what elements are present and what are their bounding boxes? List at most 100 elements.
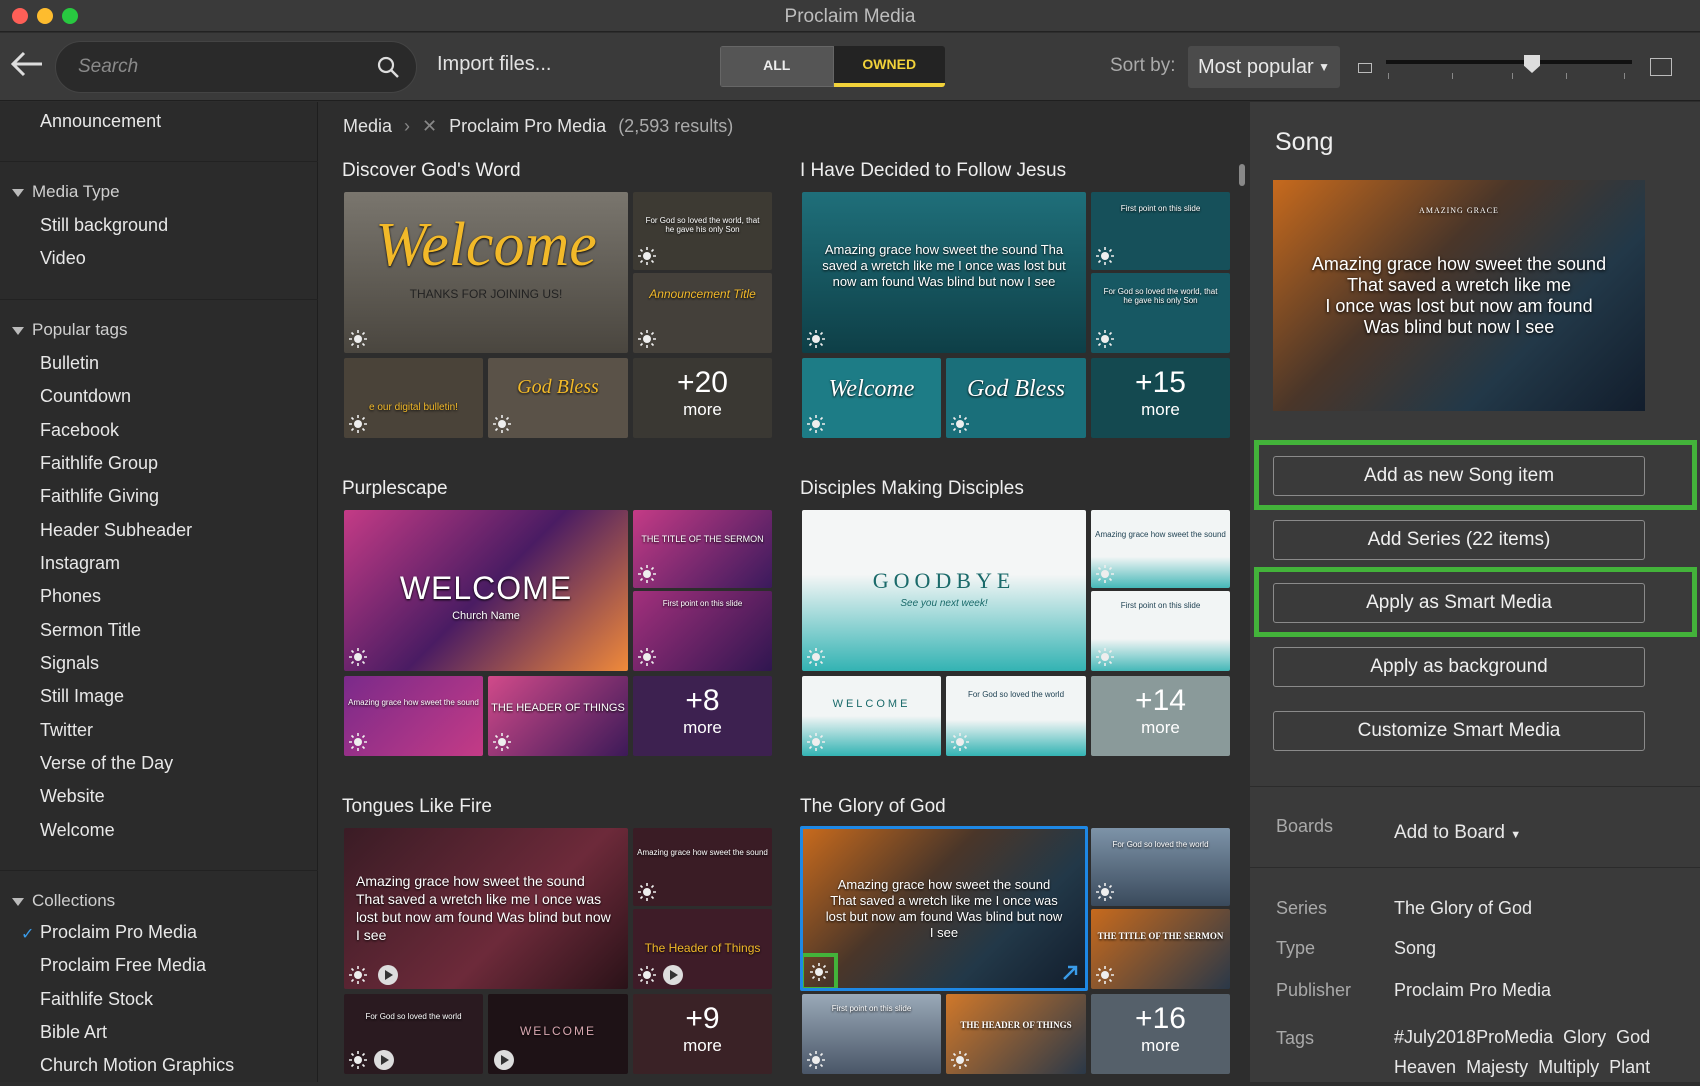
thumbnail[interactable]: Amazing grace how sweet the sound <box>633 828 772 906</box>
smart-media-icon[interactable] <box>493 733 511 751</box>
filter-owned-button[interactable]: OWNED <box>833 46 945 87</box>
smart-media-icon[interactable] <box>638 247 656 265</box>
thumbnail[interactable]: God Bless <box>488 358 628 438</box>
add-to-board-dropdown[interactable]: Add to Board ▼ <box>1394 822 1521 844</box>
more-tile[interactable]: +15 more <box>1091 358 1230 438</box>
play-icon[interactable] <box>378 965 398 985</box>
more-tile[interactable]: +20 more <box>633 358 772 438</box>
smart-media-icon[interactable] <box>1096 330 1114 348</box>
collection-item[interactable]: Proclaim Pro Media <box>40 922 197 943</box>
hero-thumbnail[interactable]: GOODBYE See you next week! <box>802 510 1086 671</box>
play-icon[interactable] <box>663 965 683 985</box>
thumbnail-size-slider[interactable] <box>1386 55 1632 87</box>
smart-media-icon[interactable] <box>349 648 367 666</box>
hero-thumbnail[interactable]: Amazing grace how sweet the sound Tha sa… <box>802 192 1086 353</box>
tag-link[interactable]: Majesty <box>1466 1057 1528 1077</box>
publisher-value[interactable]: Proclaim Pro Media <box>1394 980 1551 1001</box>
slider-knob[interactable] <box>1524 55 1540 73</box>
search-icon[interactable] <box>376 55 400 79</box>
thumbnail[interactable]: For God so loved the world <box>1091 828 1230 906</box>
hero-thumbnail[interactable]: WELCOME Church Name <box>344 510 628 671</box>
import-files-link[interactable]: Import files... <box>437 53 551 76</box>
small-thumbnail-icon[interactable] <box>1358 63 1372 73</box>
thumbnail[interactable]: THE TITLE OF THE SERMON <box>1091 909 1230 989</box>
apply-smart-media-button[interactable]: Apply as Smart Media <box>1273 583 1645 623</box>
thumbnail[interactable]: For God so loved the world <box>946 676 1086 756</box>
sidebar-item-video[interactable]: Video <box>40 248 86 269</box>
tag-item[interactable]: Welcome <box>40 820 115 841</box>
tag-link[interactable]: Multiply <box>1538 1057 1599 1077</box>
smart-media-icon[interactable] <box>1096 648 1114 666</box>
smart-media-icon[interactable] <box>1096 966 1114 984</box>
tag-item[interactable]: Still Image <box>40 686 124 707</box>
add-song-item-button[interactable]: Add as new Song item <box>1273 456 1645 496</box>
smart-media-icon[interactable] <box>493 415 511 433</box>
media-series-card[interactable]: Tongues Like Fire Amazing grace how swee… <box>342 796 772 1086</box>
tag-item[interactable]: Instagram <box>40 553 120 574</box>
search-input[interactable] <box>78 54 358 80</box>
smart-media-icon[interactable] <box>807 733 825 751</box>
series-value[interactable]: The Glory of God <box>1394 898 1532 919</box>
hero-thumbnail-selected[interactable]: Amazing grace how sweet the sound That s… <box>800 826 1088 991</box>
more-tile[interactable]: +8 more <box>633 676 772 756</box>
media-series-card[interactable]: I Have Decided to Follow Jesus Amazing g… <box>800 160 1230 450</box>
more-tile[interactable]: +16 more <box>1091 994 1230 1074</box>
tag-item[interactable]: Website <box>40 786 105 807</box>
tag-link[interactable]: God <box>1616 1027 1650 1047</box>
thumbnail[interactable]: First point on this slide <box>1091 591 1230 671</box>
clear-filter-icon[interactable]: ✕ <box>422 116 437 136</box>
smart-media-icon[interactable] <box>1096 247 1114 265</box>
hero-thumbnail[interactable]: Welcome THANKS FOR JOINING US! <box>344 192 628 353</box>
tag-item[interactable]: Phones <box>40 586 101 607</box>
media-series-card[interactable]: Discover God's Word Welcome THANKS FOR J… <box>342 160 772 450</box>
customize-smart-media-button[interactable]: Customize Smart Media <box>1273 711 1645 751</box>
tag-link[interactable]: Plant <box>1609 1057 1650 1077</box>
smart-media-icon[interactable] <box>807 415 825 433</box>
thumbnail[interactable]: Welcome <box>802 358 941 438</box>
smart-media-icon[interactable] <box>951 733 969 751</box>
breadcrumb-root[interactable]: Media <box>343 116 392 136</box>
collection-item[interactable]: Bible Art <box>40 1022 107 1043</box>
tag-item[interactable]: Header Subheader <box>40 520 192 541</box>
thumbnail[interactable]: For God so loved the world, that he gave… <box>633 192 772 270</box>
smart-media-icon[interactable] <box>807 1051 825 1069</box>
smart-media-icon[interactable] <box>638 883 656 901</box>
thumbnail[interactable]: First point on this slide <box>633 591 772 671</box>
smart-media-icon[interactable] <box>349 330 367 348</box>
popular-tags-heading[interactable]: Popular tags <box>12 320 127 340</box>
sidebar-item-announcement[interactable]: Announcement <box>40 111 161 132</box>
collection-item[interactable]: Proclaim Free Media <box>40 955 206 976</box>
collection-item[interactable]: Faithlife Stock <box>40 989 153 1010</box>
smart-media-icon[interactable] <box>807 648 825 666</box>
smart-media-icon[interactable] <box>951 415 969 433</box>
media-series-card[interactable]: Disciples Making Disciples GOODBYE See y… <box>800 478 1230 768</box>
tag-link[interactable]: #July2018ProMedia <box>1394 1027 1553 1047</box>
tag-item[interactable]: Countdown <box>40 386 131 407</box>
add-series-button[interactable]: Add Series (22 items) <box>1273 520 1645 560</box>
more-tile[interactable]: +9 more <box>633 994 772 1074</box>
sort-dropdown[interactable]: Most popular ▼ <box>1188 46 1340 88</box>
media-series-card[interactable]: Purplescape WELCOME Church Name THE TITL… <box>342 478 772 768</box>
apply-background-button[interactable]: Apply as background <box>1273 647 1645 687</box>
tag-item[interactable]: Bulletin <box>40 353 99 374</box>
smart-media-icon[interactable] <box>638 648 656 666</box>
open-arrow-icon[interactable] <box>1061 964 1079 982</box>
media-type-heading[interactable]: Media Type <box>12 182 120 202</box>
play-icon[interactable] <box>374 1050 394 1070</box>
smart-media-icon[interactable] <box>638 565 656 583</box>
collection-item[interactable]: Church Motion Graphics <box>40 1055 234 1076</box>
thumbnail[interactable]: WELCOME <box>802 676 941 756</box>
smart-media-icon[interactable] <box>1096 883 1114 901</box>
thumbnail[interactable]: God Bless <box>946 358 1086 438</box>
thumbnail[interactable]: First point on this slide <box>1091 192 1230 270</box>
smart-media-icon[interactable] <box>807 330 825 348</box>
smart-media-icon[interactable] <box>638 966 656 984</box>
smart-media-icon[interactable] <box>349 733 367 751</box>
tag-link[interactable]: Glory <box>1563 1027 1606 1047</box>
tag-link[interactable]: Heaven <box>1394 1057 1456 1077</box>
smart-media-icon[interactable] <box>349 415 367 433</box>
thumbnail[interactable]: For God so loved the world <box>344 994 483 1074</box>
smart-media-icon[interactable] <box>349 966 367 984</box>
thumbnail[interactable]: THE HEADER OF THINGS <box>946 994 1086 1074</box>
smart-media-icon[interactable] <box>810 963 828 981</box>
